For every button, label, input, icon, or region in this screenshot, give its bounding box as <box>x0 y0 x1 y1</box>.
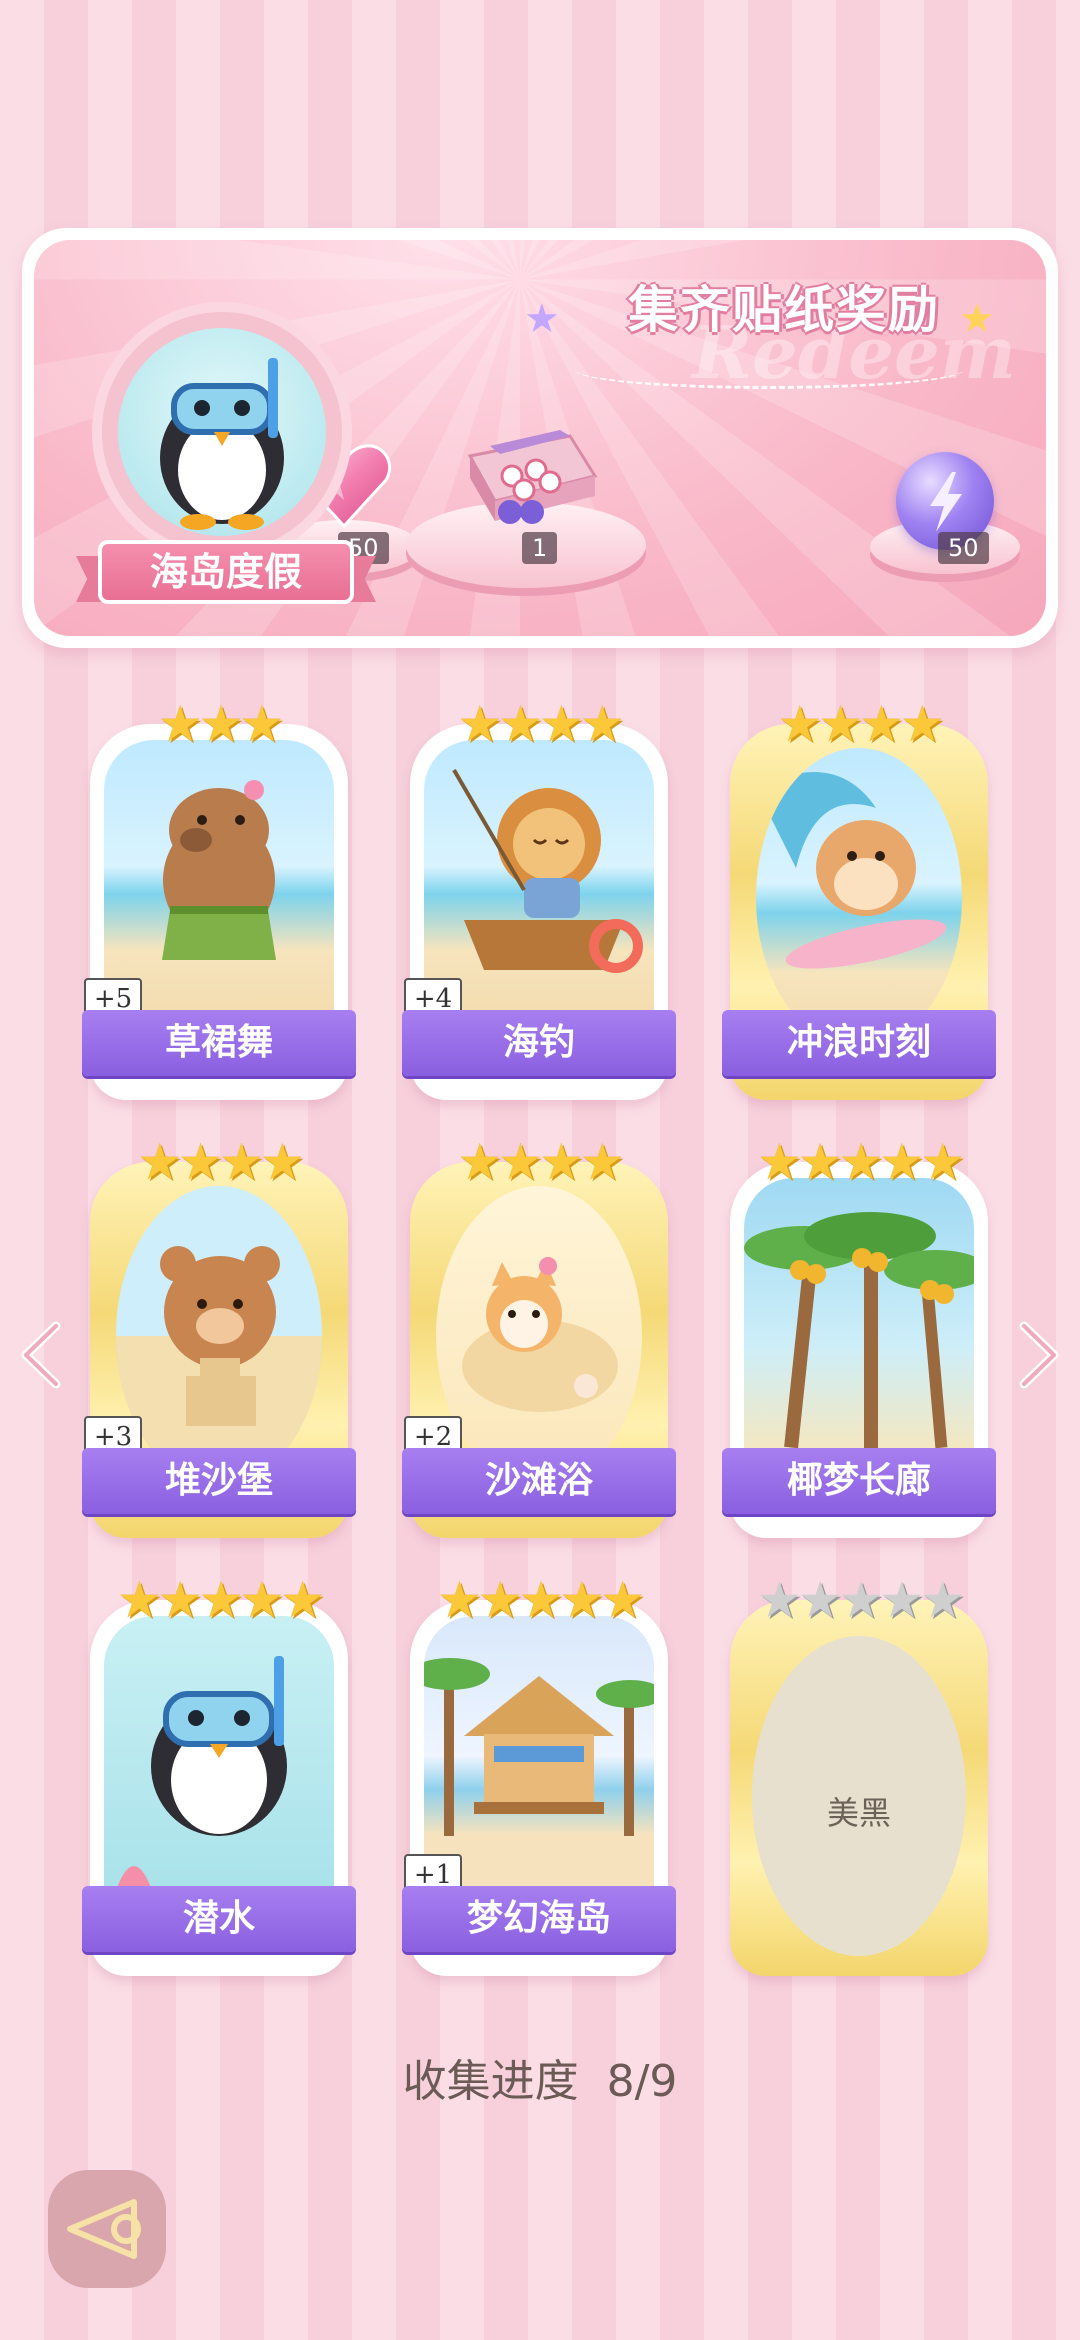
sticker-card-sandbath[interactable]: +2 沙滩浴 ★★★★ <box>402 1133 676 1554</box>
progress-value: 8/9 <box>606 2056 678 2107</box>
lavender-star-icon: ★ <box>524 296 560 342</box>
coconut-palms-art <box>744 1178 974 1458</box>
sticker-name: 椰梦长廊 <box>722 1448 996 1514</box>
rarity-stars: ★★★★★ <box>436 1571 645 1629</box>
sticker-card-fishing[interactable]: +4 海钓 ★★★★ <box>402 695 676 1116</box>
rarity-stars: ★★★★★ <box>756 1133 965 1191</box>
yellow-star-icon: ★ <box>959 296 995 342</box>
sticker-name: 潜水 <box>82 1886 356 1952</box>
rarity-stars: ★★★★★ <box>116 1571 325 1629</box>
sticker-card-dream-island[interactable]: +1 梦幻海岛 ★★★★★ <box>402 1571 676 1992</box>
gift-box-icon[interactable] <box>450 416 600 526</box>
penguin-diving-art <box>104 1616 334 1896</box>
sticker-card-palms[interactable]: 椰梦长廊 ★★★★★ <box>722 1133 996 1554</box>
sticker-card-sandcastle[interactable]: +3 堆沙堡 ★★★★ <box>82 1133 356 1554</box>
sticker-name: 海钓 <box>402 1010 676 1076</box>
penguin-avatar-art <box>118 328 326 536</box>
rarity-stars: ★★★★ <box>457 695 624 753</box>
progress-label: 收集进度 <box>402 2056 579 2107</box>
locked-sticker-name: 美黑 <box>826 1794 891 1832</box>
album-title-ribbon: 海岛度假 <box>76 540 376 610</box>
reward-banner: Redeem ★ 集齐贴纸奖励 ★ 50 1 50 海岛度假 <box>22 228 1058 648</box>
back-arrow-icon <box>67 2199 141 2259</box>
rarity-stars-empty: ★★★★★ <box>756 1571 965 1629</box>
back-button[interactable] <box>48 2170 166 2288</box>
collection-progress: 收集进度 8/9 <box>0 2045 1080 2109</box>
rarity-stars: ★★★★ <box>777 695 944 753</box>
previous-page-arrow-icon[interactable] <box>16 1320 66 1390</box>
album-avatar <box>102 312 342 552</box>
album-title: 海岛度假 <box>98 540 354 604</box>
hamster-surfing-art <box>756 748 962 1048</box>
sticker-name: 冲浪时刻 <box>722 1010 996 1076</box>
sticker-name: 沙滩浴 <box>402 1448 676 1514</box>
sticker-card-hula[interactable]: +5 草裙舞 ★★★ <box>82 695 356 1116</box>
sticker-card-tanning-locked[interactable]: 美黑 ★★★★★ <box>730 1572 988 1992</box>
bear-sandcastle-art <box>116 1186 322 1486</box>
sticker-name: 梦幻海岛 <box>402 1886 676 1952</box>
cat-sandbath-art <box>436 1186 642 1486</box>
rarity-stars: ★★★★ <box>457 1133 624 1191</box>
rarity-stars: ★★★★ <box>137 1133 304 1191</box>
rarity-stars: ★★★ <box>157 695 285 753</box>
sticker-card-surfing[interactable]: 冲浪时刻 ★★★★ <box>722 695 996 1116</box>
banner-title: 集齐贴纸奖励 <box>628 281 940 339</box>
reward-count-3: 50 <box>938 532 989 564</box>
sticker-card-diving[interactable]: 潜水 ★★★★★ <box>82 1571 356 1992</box>
reward-count-2: 1 <box>522 532 558 564</box>
next-page-arrow-icon[interactable] <box>1014 1320 1064 1390</box>
sticker-name: 草裙舞 <box>82 1010 356 1076</box>
sticker-name: 堆沙堡 <box>82 1448 356 1514</box>
dashed-arc <box>574 350 964 389</box>
banner-background: Redeem ★ 集齐贴纸奖励 ★ 50 1 50 海岛度假 <box>34 240 1046 636</box>
